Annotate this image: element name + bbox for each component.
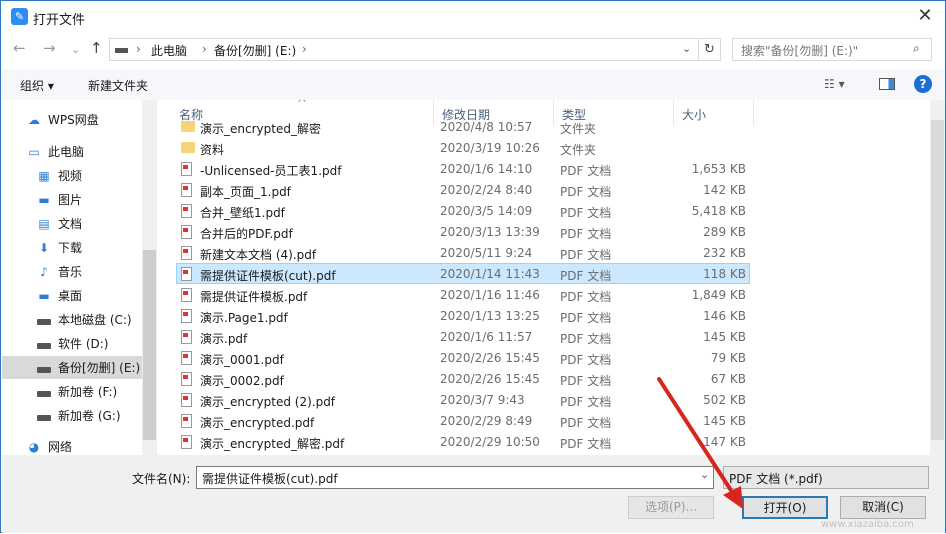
watermark: www.xiazaiba.com	[821, 519, 914, 530]
red-arrow-annotation	[657, 377, 743, 509]
open-file-dialog: ✎ 打开文件 ✕ ← → ⌄ ↑ › 此电脑 › 备份[勿删] (E:) › ⌄…	[0, 0, 946, 533]
